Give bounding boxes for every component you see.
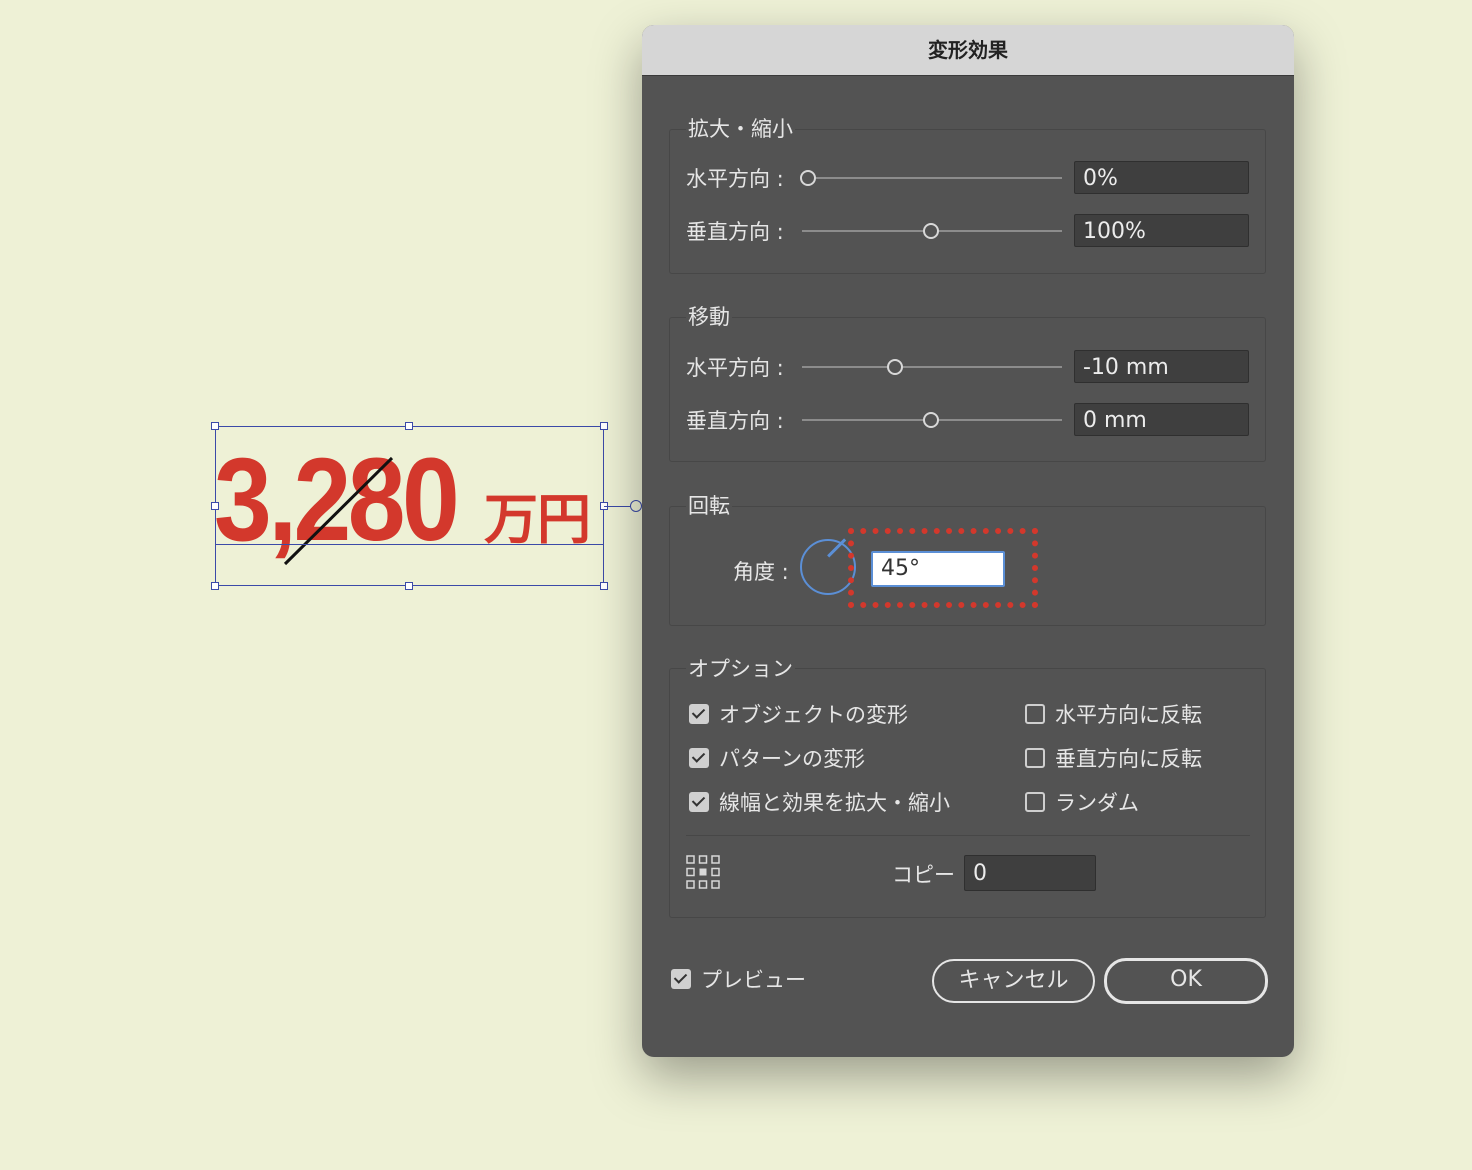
options-separator [686,835,1250,836]
text-port-handle[interactable] [630,500,642,512]
scale-horizontal-label: 水平方向 : [686,167,784,191]
scale-group-title: 拡大・縮小 [686,113,795,143]
scale-group [669,129,1266,274]
move-vertical-label: 垂直方向 : [686,409,784,433]
reflect-y-label[interactable]: 垂直方向に反転 [1055,743,1202,773]
dialog-title: 変形効果 [642,25,1294,76]
ok-button[interactable]: OK [1104,958,1268,1004]
reference-point-icon[interactable] [686,855,720,889]
move-horizontal-slider[interactable] [802,366,1062,368]
angle-dial-needle [827,538,846,558]
random-label[interactable]: ランダム [1055,787,1139,817]
scale-strokes-label[interactable]: 線幅と効果を拡大・縮小 [719,787,950,817]
transform-objects-label[interactable]: オブジェクトの変形 [719,699,908,729]
reflect-x-checkbox[interactable] [1025,704,1045,724]
move-group [669,317,1266,462]
resize-handle-bottom-left[interactable] [211,582,219,590]
angle-label: 角度 : [733,560,789,584]
highlight-annotation [848,528,1038,608]
options-group-title: オプション [686,653,795,683]
scale-horizontal-input[interactable]: 0% [1074,161,1249,194]
move-vertical-input[interactable]: 0 mm [1074,403,1249,436]
resize-handle-bottom[interactable] [405,582,413,590]
scale-horizontal-knob[interactable] [800,170,816,186]
rotate-group-title: 回転 [686,490,732,520]
move-horizontal-label: 水平方向 : [686,356,784,380]
selection-bounding-box [215,426,604,586]
resize-handle-left[interactable] [211,502,219,510]
move-group-title: 移動 [686,301,732,331]
reflect-y-checkbox[interactable] [1025,748,1045,768]
cancel-button[interactable]: キャンセル [932,959,1095,1003]
reflect-x-label[interactable]: 水平方向に反転 [1055,699,1202,729]
transform-objects-checkbox[interactable] [689,704,709,724]
preview-checkbox[interactable] [671,969,691,989]
preview-label[interactable]: プレビュー [701,964,806,994]
move-horizontal-input[interactable]: -10 mm [1074,350,1249,383]
scale-vertical-knob[interactable] [923,223,939,239]
scale-horizontal-slider[interactable] [802,177,1062,179]
resize-handle-bottom-right[interactable] [600,582,608,590]
scale-vertical-label: 垂直方向 : [686,220,784,244]
move-vertical-knob[interactable] [923,412,939,428]
resize-handle-top[interactable] [405,422,413,430]
artboard: 3,280 万円 [0,0,642,1170]
random-checkbox[interactable] [1025,792,1045,812]
move-horizontal-knob[interactable] [887,359,903,375]
transform-patterns-label[interactable]: パターンの変形 [719,743,865,773]
copies-label: コピー [892,863,955,887]
scale-strokes-checkbox[interactable] [689,792,709,812]
scale-vertical-input[interactable]: 100% [1074,214,1249,247]
connector-line [604,506,632,507]
transform-patterns-checkbox[interactable] [689,748,709,768]
transform-effect-dialog: 変形効果 拡大・縮小 水平方向 : 0% 垂直方向 : 100% 移動 水平方向… [642,25,1294,1057]
copies-input[interactable]: 0 [964,855,1096,891]
resize-handle-top-left[interactable] [211,422,219,430]
resize-handle-top-right[interactable] [600,422,608,430]
